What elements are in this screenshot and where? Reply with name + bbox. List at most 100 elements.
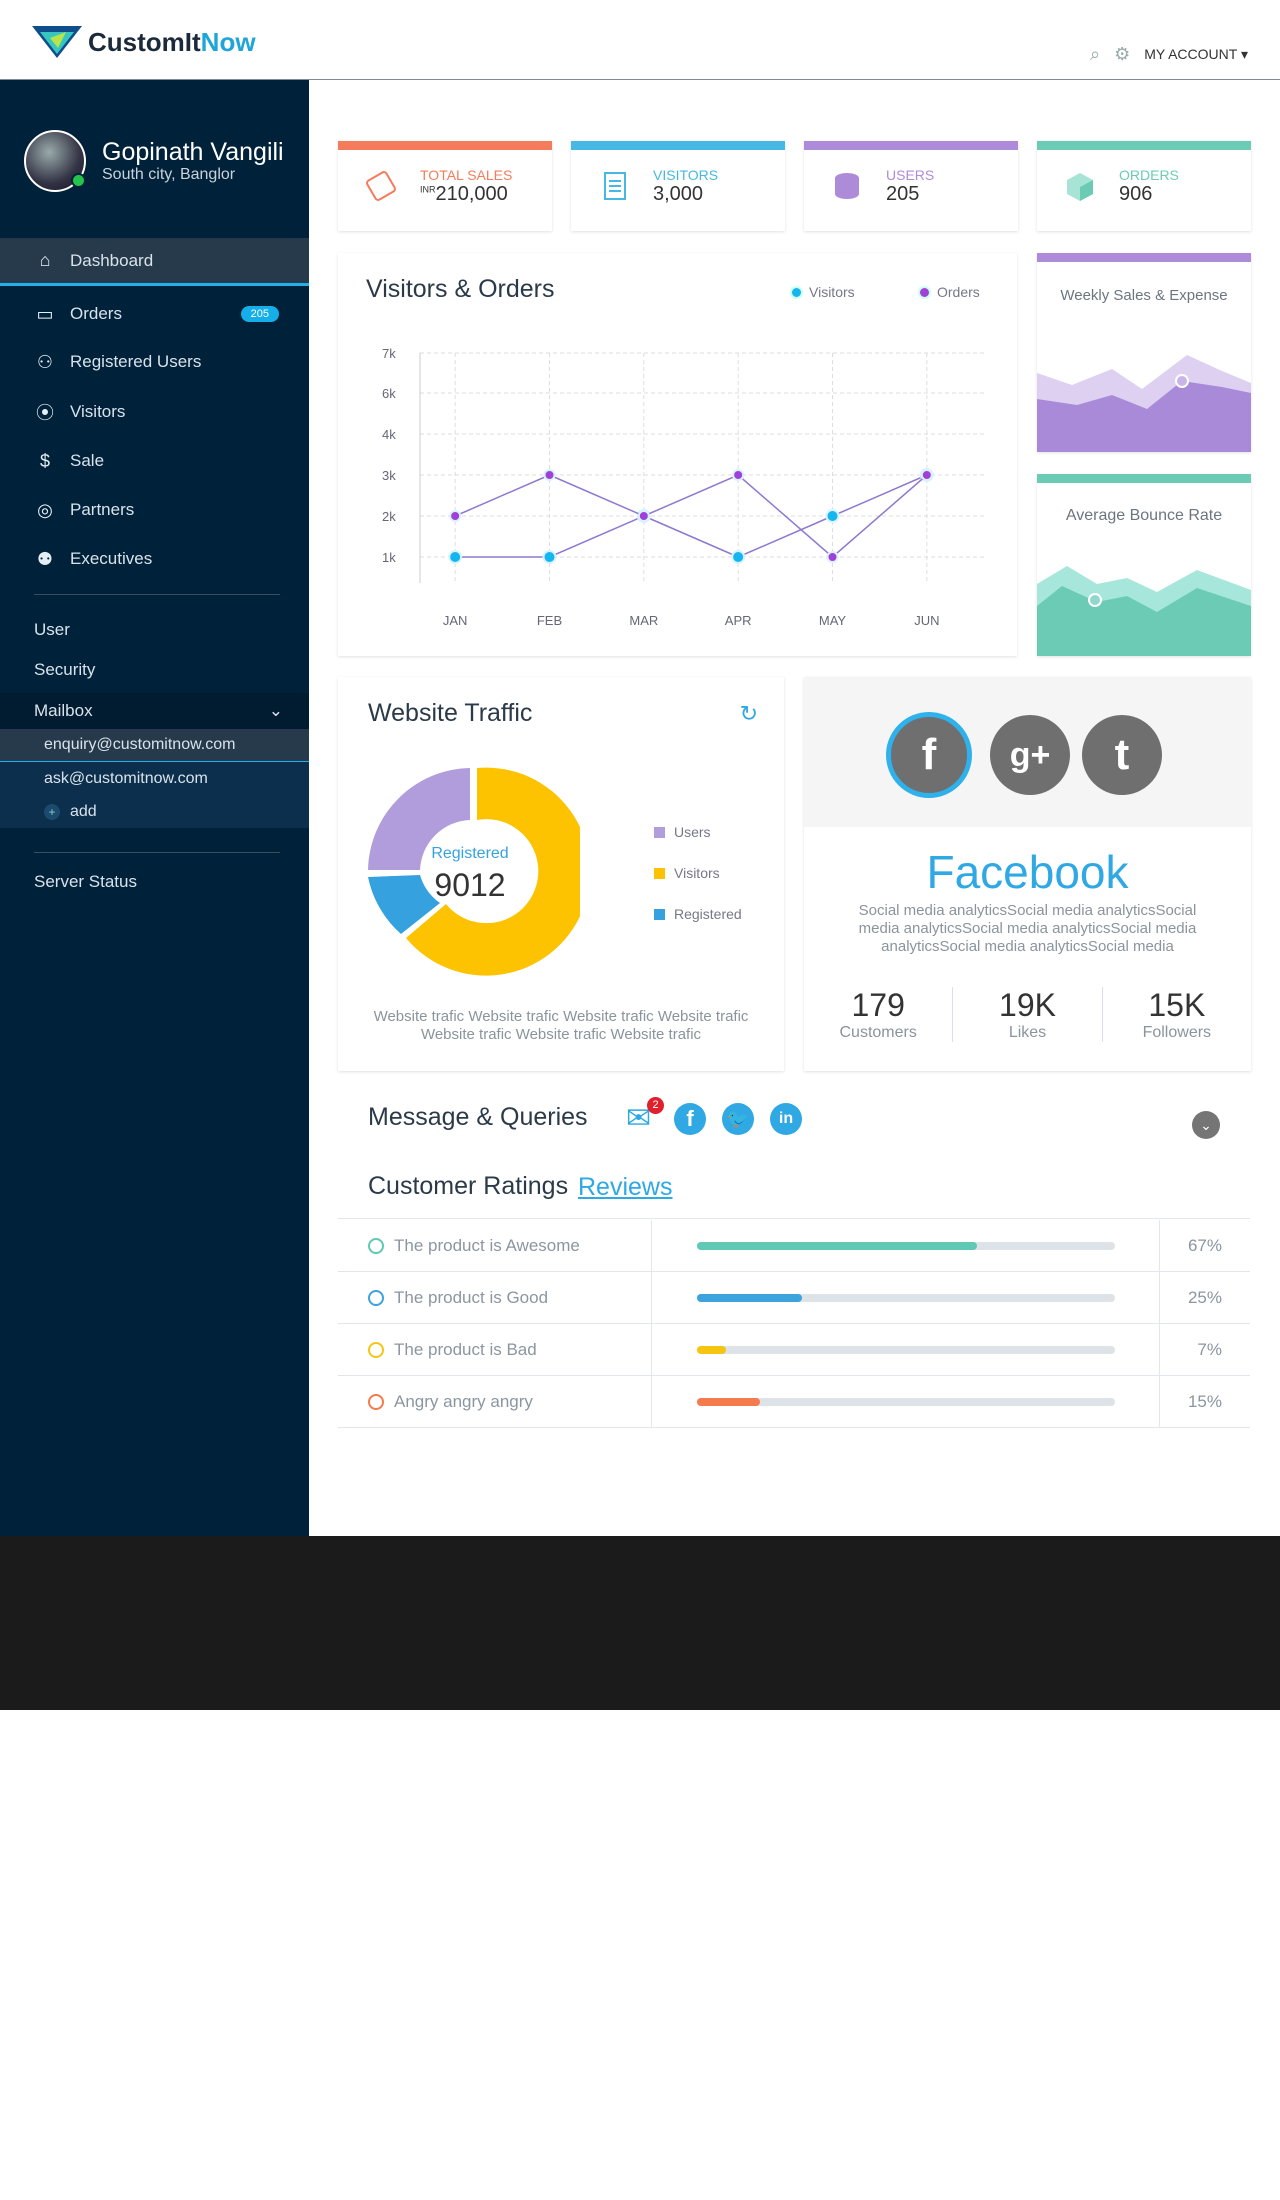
reviews-link[interactable]: Reviews — [578, 1173, 672, 1202]
social-stat-value: 15K — [1148, 987, 1206, 1023]
rating-bar — [697, 1397, 1115, 1406]
rating-bar-fill — [697, 1241, 978, 1250]
x-tick-label: MAR — [629, 613, 658, 628]
target-icon: ◎ — [37, 499, 53, 520]
message-icons: ✉ 2 f 🐦 in — [626, 1097, 802, 1135]
stat-value: 205 — [886, 182, 920, 205]
social-stat-label: Customers — [839, 1024, 917, 1041]
add-label: add — [70, 802, 97, 820]
data-point-visitors[interactable] — [542, 550, 557, 564]
brand-name: CustomIt — [88, 26, 201, 57]
messages-title: Message & Queries — [368, 1103, 588, 1131]
sidebar-divider — [34, 594, 280, 595]
data-point-visitors[interactable] — [731, 550, 746, 564]
online-status-icon — [71, 173, 86, 188]
stat-number: 210,000 — [435, 182, 508, 205]
donut-center-label: Registered — [431, 845, 509, 862]
sidebar-item-partners[interactable]: ◎ Partners — [0, 486, 309, 534]
mailbox-item[interactable]: ask@customitnow.com — [0, 762, 309, 795]
group-icon: ⚉ — [36, 548, 54, 569]
card-accent-bar — [1037, 141, 1251, 150]
facebook-icon[interactable]: f — [886, 712, 972, 798]
document-icon — [604, 172, 626, 200]
sidebar-item-orders[interactable]: ▭ Orders 205 — [0, 290, 309, 338]
sidebar-item-label: Visitors — [70, 402, 126, 421]
sidebar-item-visitors[interactable]: ⦿ Visitors — [0, 388, 309, 436]
tumblr-icon[interactable]: t — [1082, 715, 1162, 795]
line-chart: 7k 6k 4k 3k 2k 1k JAN FEB MAR APR MAY JUN — [382, 346, 986, 628]
sidebar-item-security[interactable]: Security — [0, 660, 309, 680]
sidebar-item-label: Dashboard — [70, 250, 154, 270]
data-point-orders[interactable] — [637, 510, 650, 522]
sidebar-item-user[interactable]: User — [0, 620, 309, 640]
sidebar-item-sale[interactable]: $ Sale — [0, 437, 309, 485]
avatar[interactable] — [24, 130, 86, 192]
account-label: MY ACCOUNT — [1144, 46, 1238, 62]
stat-value: 906 — [1119, 182, 1153, 205]
stat-card-orders: ORDERS 906 — [1037, 141, 1251, 231]
box-icon — [1067, 173, 1093, 201]
mail-icon[interactable]: ✉ 2 — [626, 1097, 664, 1135]
gear-icon[interactable]: ⚙ — [1114, 44, 1130, 65]
data-point-orders[interactable] — [920, 469, 933, 481]
rating-percent: 7% — [1197, 1339, 1222, 1359]
search-icon[interactable]: ⌕ — [1090, 44, 1100, 65]
chat-icon: ▭ — [36, 303, 54, 324]
social-stat-value: 19K — [999, 987, 1056, 1023]
account-menu[interactable]: MY ACCOUNT ▾ — [1144, 46, 1248, 63]
database-icon — [835, 173, 859, 199]
bounce-area-chart — [1037, 566, 1251, 656]
mailbox-item[interactable]: enquiry@customitnow.com — [0, 729, 309, 762]
stat-label: TOTAL SALES — [420, 166, 513, 183]
sidebar-item-dashboard[interactable]: ⌂ Dashboard — [0, 238, 309, 286]
twitter-icon[interactable]: 🐦 — [722, 1103, 754, 1135]
social-stat-label: Likes — [1008, 1024, 1047, 1041]
social-stats: 179 Customers 19K Likes 15K Followers — [804, 987, 1251, 1042]
logo[interactable]: CustomItNow — [32, 22, 256, 62]
x-tick-label: FEB — [537, 613, 562, 628]
social-stat-value: 179 — [851, 987, 905, 1023]
stat-value: 3,000 — [653, 182, 704, 205]
chevron-down-icon[interactable]: ⌄ — [1192, 1111, 1220, 1139]
chevron-down-icon: ⌄ — [268, 701, 283, 720]
sidebar-item-registered-users[interactable]: ⚇ Registered Users — [0, 338, 309, 386]
home-icon: ⌂ — [39, 250, 51, 270]
ratings-header: Customer Ratings Reviews — [338, 1162, 1250, 1219]
y-tick-label: 7k — [382, 346, 396, 361]
orders-count-badge: 205 — [240, 306, 279, 322]
stat-label: USERS — [886, 166, 935, 183]
stat-label: ORDERS — [1119, 166, 1179, 183]
rating-bar — [697, 1345, 1115, 1354]
x-tick-label: JAN — [443, 613, 468, 628]
stat-card-users: USERS 205 — [804, 141, 1018, 231]
traffic-title: Website Traffic — [368, 699, 533, 727]
traffic-footer-text: Website trafic Website trafic Website tr… — [373, 1008, 749, 1043]
legend-registered: Registered — [654, 906, 742, 922]
legend-visitors: Visitors — [654, 865, 720, 881]
refresh-icon[interactable]: ↻ — [740, 701, 758, 727]
social-stat-likes: 19K Likes — [953, 987, 1103, 1042]
data-point-orders[interactable] — [826, 551, 839, 563]
sidebar-item-server-status[interactable]: Server Status — [0, 872, 309, 892]
data-point-visitors[interactable] — [448, 550, 463, 564]
top-right-controls: ⌕ ⚙ MY ACCOUNT ▾ — [1090, 44, 1248, 65]
sidebar-item-mailbox[interactable]: Mailbox ⌄ — [0, 693, 309, 729]
google-plus-icon[interactable]: g+ — [990, 715, 1070, 795]
rating-row: The product is Bad 7% — [338, 1323, 1250, 1376]
bounce-title: Average Bounce Rate — [1065, 507, 1223, 524]
y-tick-label: 3k — [382, 468, 396, 483]
data-point-visitors[interactable] — [825, 509, 840, 523]
legend-label: Users — [674, 824, 711, 840]
website-traffic-card: Website Traffic ↻ Registered 9012 Users … — [338, 677, 784, 1071]
data-point-orders[interactable] — [732, 469, 745, 481]
profile: Gopinath Vangili South city, Banglor — [24, 130, 284, 192]
linkedin-icon[interactable]: in — [770, 1103, 802, 1135]
facebook-icon[interactable]: f — [674, 1103, 706, 1135]
smiley-icon — [368, 1393, 384, 1410]
y-tick-label: 4k — [382, 427, 396, 442]
data-point-orders[interactable] — [449, 510, 462, 522]
smiley-icon — [368, 1289, 384, 1306]
mailbox-add-button[interactable]: + add — [0, 795, 309, 828]
sidebar-item-executives[interactable]: ⚉ Executives — [0, 535, 309, 583]
data-point-orders[interactable] — [543, 469, 556, 481]
